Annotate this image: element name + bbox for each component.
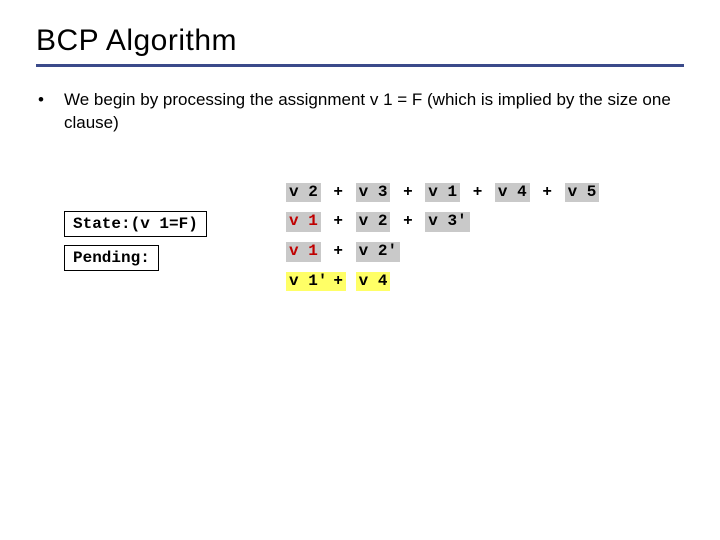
clause-2: v 1 + v 2 + v 3' xyxy=(286,212,599,232)
var-v2p: v 2' xyxy=(356,242,400,262)
state-block: State:(v 1=F) Pending: xyxy=(64,211,207,279)
op-plus: + xyxy=(330,212,346,232)
bullet-text: We begin by processing the assignment v … xyxy=(64,89,684,135)
clause-3: v 1 + v 2' xyxy=(286,242,599,262)
op-plus: + xyxy=(539,183,555,203)
bullet-marker: • xyxy=(36,89,64,112)
var-v1p-yellow: v 1' xyxy=(286,272,330,292)
var-v1: v 1 xyxy=(425,183,460,203)
slide-title: BCP Algorithm xyxy=(36,24,684,58)
var-v5: v 5 xyxy=(565,183,600,203)
var-v2: v 2 xyxy=(286,183,321,203)
op-plus: + xyxy=(470,183,486,203)
clauses-block: v 2 + v 3 + v 1 + v 4 + v 5 v 1 + v 2 + … xyxy=(286,183,599,301)
state-box: State:(v 1=F) xyxy=(64,211,207,237)
op-plus: + xyxy=(330,242,346,262)
op-plus-yellow: + xyxy=(330,272,346,292)
var-v3: v 3 xyxy=(356,183,391,203)
clause-4: v 1'+ v 4 xyxy=(286,272,599,292)
title-underline xyxy=(36,64,684,67)
var-v1-red: v 1 xyxy=(286,212,321,232)
var-v2: v 2 xyxy=(356,212,391,232)
op-plus: + xyxy=(400,183,416,203)
pending-box: Pending: xyxy=(64,245,159,271)
var-v1-red: v 1 xyxy=(286,242,321,262)
op-plus: + xyxy=(400,212,416,232)
op-plus: + xyxy=(330,183,346,203)
var-v3p: v 3' xyxy=(425,212,469,232)
bullet-item: • We begin by processing the assignment … xyxy=(36,89,684,135)
var-v4-yellow: v 4 xyxy=(356,272,391,292)
var-v4: v 4 xyxy=(495,183,530,203)
clause-1: v 2 + v 3 + v 1 + v 4 + v 5 xyxy=(286,183,599,203)
